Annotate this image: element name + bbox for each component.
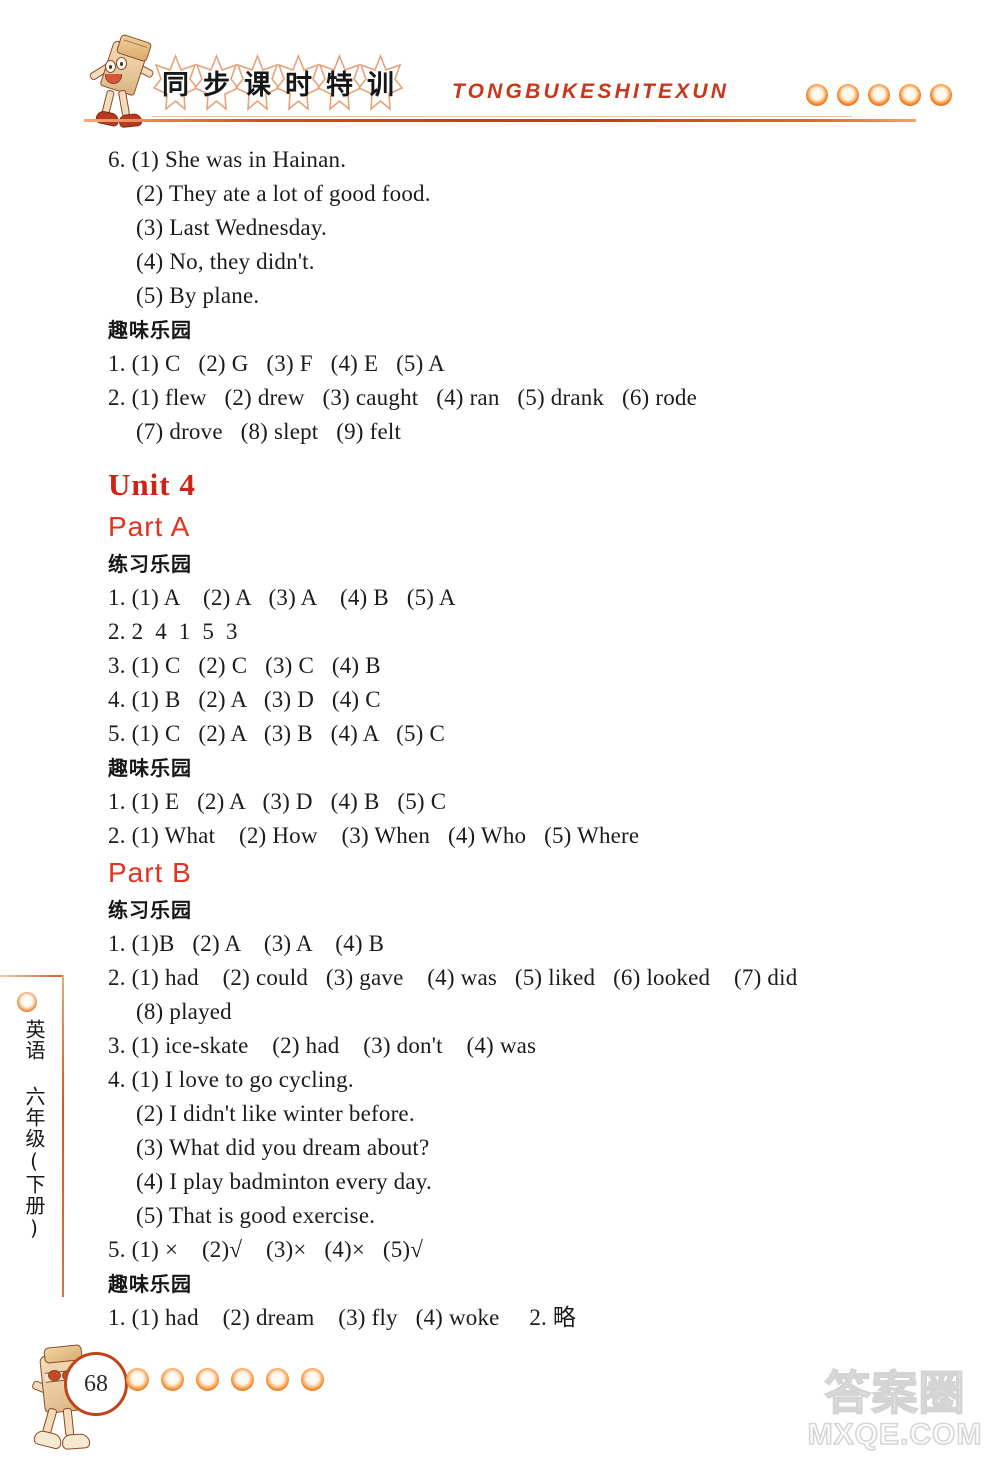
header-rule-thin — [152, 116, 852, 117]
answer-line-continuation: (2) They ate a lot of good food. — [136, 181, 431, 206]
answer-line-continuation: (2) I didn't like winter before. — [136, 1101, 415, 1126]
book-title-pinyin: TONGBUKESHITEXUN — [452, 80, 730, 103]
header-dot-icon — [837, 84, 859, 106]
answer-line-continuation: (8) played — [136, 999, 232, 1024]
answer-line: 2. (1) What (2) How (3) When (4) Who (5)… — [108, 823, 640, 848]
title-char: 时 — [285, 69, 312, 101]
answer-line-continuation: (3) Last Wednesday. — [136, 215, 328, 240]
answer-line-continuation: (7) drove (8) slept (9) felt — [136, 419, 402, 444]
title-star-1: 步 — [193, 54, 240, 116]
title-star-5: 训 — [357, 54, 404, 116]
footer-dot-icon — [161, 1368, 184, 1391]
header-dot-icon — [899, 84, 921, 106]
answer-key-page: 同 步 课 时 特 训 TONGBUKESHITEXUN 英语 六年级(下册) … — [0, 0, 1000, 1468]
watermark-cn-text: 答案圈 — [824, 1366, 966, 1420]
answer-content: 6. (1) She was in Hainan. (2) They ate a … — [108, 143, 968, 1335]
answer-line-continuation: (4) No, they didn't. — [136, 249, 315, 274]
section-heading: 练习乐园 — [108, 898, 192, 922]
answer-line: 6. (1) She was in Hainan. — [108, 147, 347, 172]
part-heading: Part A — [108, 511, 191, 542]
header-rule — [84, 119, 916, 122]
side-tab-top-rule — [0, 975, 64, 977]
answer-line: 1. (1) A (2) A (3) A (4) B (5) A — [108, 585, 456, 610]
page-header: 同 步 课 时 特 训 TONGBUKESHITEXUN — [0, 0, 1000, 135]
book-title-banner: 同 步 课 时 特 训 — [152, 52, 404, 118]
title-star-2: 课 — [234, 54, 281, 116]
side-tab: 英语 六年级(下册) — [0, 975, 64, 1305]
answer-line: 1. (1)B (2) A (3) A (4) B — [108, 931, 385, 956]
header-dot-icon — [930, 84, 952, 106]
header-dot-icon — [868, 84, 890, 106]
header-dot-icon — [806, 84, 828, 106]
part-heading: Part B — [108, 857, 192, 888]
title-char: 课 — [244, 69, 271, 101]
answer-line-continuation: (3) What did you dream about? — [136, 1135, 430, 1160]
answer-line: 1. (1) had (2) dream (3) fly (4) woke 2.… — [108, 1305, 577, 1330]
answer-line: 3. (1) ice-skate (2) had (3) don't (4) w… — [108, 1033, 537, 1058]
watermark-en-text: MXQE.COM — [807, 1417, 983, 1452]
footer-dot-row — [126, 1368, 324, 1391]
title-star-3: 时 — [275, 54, 322, 116]
section-heading: 趣味乐园 — [108, 1272, 192, 1296]
answer-line-continuation: (4) I play badminton every day. — [136, 1169, 432, 1194]
answer-line-continuation: (5) By plane. — [136, 283, 260, 308]
header-dot-row — [806, 84, 952, 106]
answer-line: 1. (1) E (2) A (3) D (4) B (5) C — [108, 789, 447, 814]
page-number-badge: 68 — [64, 1352, 128, 1416]
title-char: 同 — [162, 69, 189, 101]
title-char: 特 — [326, 69, 353, 101]
side-tab-dot-icon — [17, 992, 37, 1012]
answer-line-continuation: (5) That is good exercise. — [136, 1203, 376, 1228]
answer-line: 3. (1) C (2) C (3) C (4) B — [108, 653, 381, 678]
section-heading: 趣味乐园 — [108, 756, 192, 780]
answer-line: 4. (1) B (2) A (3) D (4) C — [108, 687, 381, 712]
title-star-4: 特 — [316, 54, 363, 116]
section-heading: 练习乐园 — [108, 552, 192, 576]
page-number: 68 — [84, 1370, 108, 1397]
footer-dot-icon — [196, 1368, 219, 1391]
answer-line: 2. (1) had (2) could (3) gave (4) was (5… — [108, 965, 798, 990]
side-tab-label: 英语 六年级(下册) — [22, 1019, 46, 1241]
answer-line: 4. (1) I love to go cycling. — [108, 1067, 354, 1092]
answer-line: 5. (1) C (2) A (3) B (4) A (5) C — [108, 721, 446, 746]
footer-dot-icon — [126, 1368, 149, 1391]
answer-line: 5. (1) × (2)√ (3)× (4)× (5)√ — [108, 1237, 424, 1262]
watermark: 答案圈 MXQE.COM — [795, 1366, 995, 1464]
answer-line: 1. (1) C (2) G (3) F (4) E (5) A — [108, 351, 445, 376]
title-char: 训 — [367, 69, 394, 101]
answer-line: 2. 2 4 1 5 3 — [108, 619, 238, 644]
title-star-0: 同 — [152, 54, 199, 116]
footer-dot-icon — [231, 1368, 254, 1391]
footer-dot-icon — [301, 1368, 324, 1391]
footer-dot-icon — [266, 1368, 289, 1391]
side-tab-vertical-rule — [62, 975, 64, 1297]
answer-line: 2. (1) flew (2) drew (3) caught (4) ran … — [108, 385, 698, 410]
unit-heading: Unit 4 — [108, 467, 196, 502]
title-char: 步 — [203, 69, 230, 101]
section-heading: 趣味乐园 — [108, 318, 192, 342]
